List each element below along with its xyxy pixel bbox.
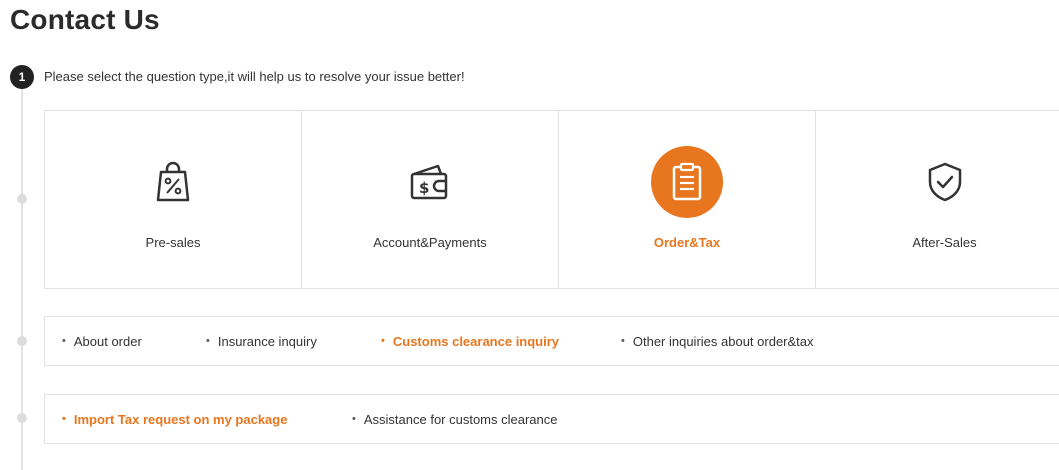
option-import-tax-request[interactable]: • Import Tax request on my package — [62, 395, 287, 443]
shopping-bag-percent-icon — [137, 146, 209, 218]
option-label: About order — [73, 333, 142, 349]
option-insurance-inquiry[interactable]: • Insurance inquiry — [206, 317, 317, 365]
option-label: Other inquiries about order&tax — [632, 333, 814, 349]
clipboard-icon — [651, 146, 723, 218]
option-label: Customs clearance inquiry — [392, 333, 560, 349]
bullet-icon: • — [381, 335, 385, 347]
question-type-label: Account&Payments — [373, 235, 487, 250]
step-number-badge: 1 — [10, 65, 34, 89]
timeline-dot — [17, 194, 27, 204]
option-customs-clearance-inquiry[interactable]: • Customs clearance inquiry — [381, 317, 559, 365]
question-type-label: Order&Tax — [653, 235, 721, 250]
question-type-presales[interactable]: Pre-sales — [45, 111, 302, 288]
shield-check-icon — [909, 146, 981, 218]
question-type-order-tax[interactable]: Order&Tax — [559, 111, 816, 288]
order-tax-options-row: • About order • Insurance inquiry • Cust… — [44, 316, 1059, 366]
page-title: Contact Us — [10, 4, 160, 35]
option-label: Import Tax request on my package — [73, 411, 288, 427]
bullet-icon: • — [62, 335, 66, 347]
bullet-icon: • — [62, 413, 66, 425]
option-other-inquiries[interactable]: • Other inquiries about order&tax — [621, 317, 814, 365]
step-instruction: Please select the question type,it will … — [44, 69, 465, 84]
timeline-dot — [17, 413, 27, 423]
question-type-account-payments[interactable]: $ Account&Payments — [302, 111, 559, 288]
svg-text:$: $ — [419, 179, 429, 197]
bullet-icon: • — [621, 335, 625, 347]
timeline-dot — [17, 336, 27, 346]
option-label: Assistance for customs clearance — [363, 411, 558, 427]
customs-options-row: • Import Tax request on my package • Ass… — [44, 394, 1059, 444]
question-type-after-sales[interactable]: After-Sales — [816, 111, 1059, 288]
option-customs-assistance[interactable]: • Assistance for customs clearance — [352, 395, 558, 443]
question-type-label: Pre-sales — [145, 235, 201, 250]
question-type-label: After-Sales — [912, 235, 977, 250]
wallet-dollar-icon: $ — [394, 146, 466, 218]
question-type-panel: Pre-sales $ Account&Payments Order&Tax A… — [44, 110, 1059, 289]
option-about-order[interactable]: • About order — [62, 317, 142, 365]
bullet-icon: • — [352, 413, 356, 425]
option-label: Insurance inquiry — [217, 333, 317, 349]
bullet-icon: • — [206, 335, 210, 347]
